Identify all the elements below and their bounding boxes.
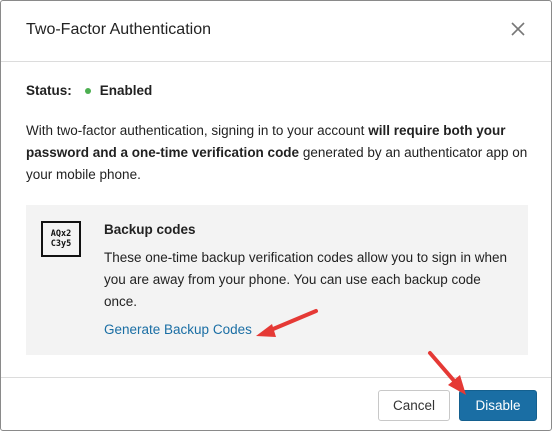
two-factor-description: With two-factor authentication, signing …: [26, 120, 531, 186]
dialog-title: Two-Factor Authentication: [26, 21, 211, 38]
description-part1: With two-factor authentication, signing …: [26, 123, 369, 138]
backup-codes-description: These one-time backup verification codes…: [104, 250, 507, 309]
status-row: Status: Enabled: [26, 83, 152, 98]
backup-codes-panel: AQx2 C3y5 Backup codes These one-time ba…: [26, 205, 528, 355]
status-value: Enabled: [99, 83, 153, 98]
backup-icon-line1: AQx2: [50, 229, 72, 239]
close-icon[interactable]: [509, 20, 527, 38]
status-dot-icon: [84, 87, 91, 94]
backup-codes-title: Backup codes: [104, 222, 196, 237]
disable-button[interactable]: Disable: [459, 390, 537, 421]
generate-backup-codes-link[interactable]: Generate Backup Codes: [104, 322, 252, 337]
dialog-footer: Cancel Disable: [1, 377, 551, 432]
two-factor-dialog: Two-Factor Authentication Status: Enable…: [0, 0, 552, 431]
cancel-button[interactable]: Cancel: [378, 390, 450, 421]
dialog-header: Two-Factor Authentication: [1, 1, 551, 62]
status-label: Status:: [26, 83, 72, 98]
backup-icon-line2: C3y5: [50, 239, 72, 249]
backup-codes-icon: AQx2 C3y5: [41, 221, 81, 257]
